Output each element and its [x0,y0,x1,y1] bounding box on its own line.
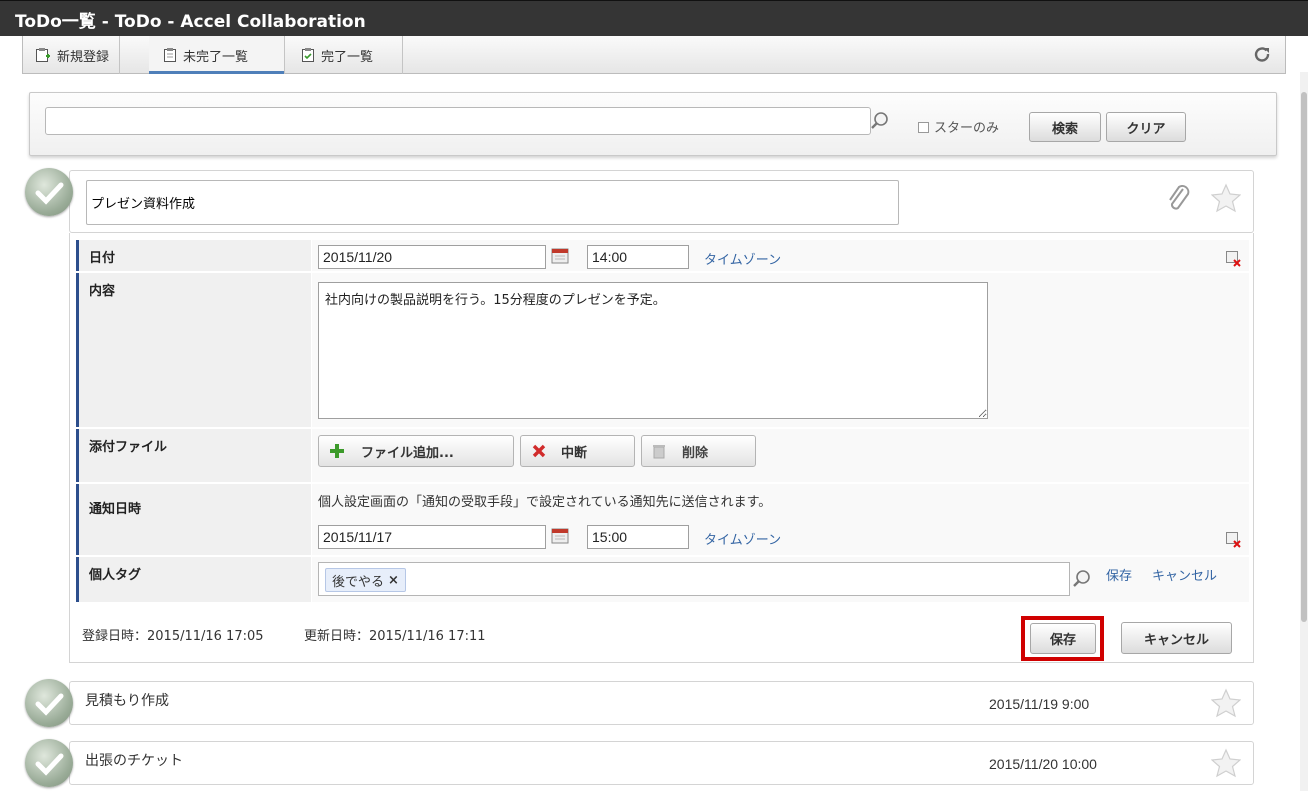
updated-datetime: 更新日時：2015/11/16 17:11 [304,629,486,644]
star-icon[interactable] [1211,748,1241,778]
notify-date-field[interactable] [318,525,546,549]
tab-complete-list[interactable]: 完了一覧 [285,36,403,74]
timezone-link[interactable]: タイムゾーン [704,249,781,268]
search-button[interactable]: 検索 [1029,112,1101,142]
cancel-button[interactable]: キャンセル [1121,622,1232,654]
calendar-icon[interactable] [551,246,569,264]
window-title: ToDo一覧 - ToDo - Accel Collaboration [15,12,366,32]
notify-timezone-link[interactable]: タイムゾーン [704,529,781,548]
attachment-label: 添付ファイル [76,429,311,482]
check-icon [35,753,64,776]
todo-title-input[interactable] [86,180,899,225]
tag-chip: 後でやる × [325,568,406,592]
add-file-button[interactable]: ファイル追加... [318,435,514,467]
todo-item[interactable]: 見積もり作成 2015/11/19 9:00 [69,681,1254,725]
notify-label: 通知日時 [76,484,311,555]
search-panel: スターのみ 検索 クリア [29,92,1277,156]
check-icon [35,182,64,205]
notify-time-field[interactable] [587,525,689,549]
tag-search-icon[interactable] [1072,569,1092,589]
complete-list-icon [302,48,314,62]
notify-calendar-icon[interactable] [551,526,569,544]
complete-check-button[interactable] [25,168,73,216]
complete-check-button[interactable] [25,739,73,787]
content-textarea[interactable]: 社内向けの製品説明を行う。15分程度のプレゼンを予定。 [318,282,988,419]
clear-notify-icon[interactable] [1226,532,1242,548]
abort-button[interactable]: 中断 [520,435,635,467]
scrollbar[interactable] [1300,72,1308,791]
notify-note: 個人設定画面の「通知の受取手段」で設定されている通知先に送信されます。 [318,495,772,510]
date-label: 日付 [76,240,311,271]
check-icon [35,693,64,716]
add-file-label: ファイル追加... [361,445,454,461]
todo-item-date: 2015/11/20 10:00 [989,756,1097,772]
search-input[interactable] [45,107,871,135]
toolbar: 新規登録 未完了一覧 完了一覧 [22,36,1286,74]
plus-icon [330,444,344,458]
tag-cancel-link[interactable]: キャンセル [1152,565,1217,584]
star-only-checkbox[interactable] [918,122,929,133]
clear-button[interactable]: クリア [1106,112,1186,142]
tab-new-register[interactable]: 新規登録 [23,36,121,74]
todo-item-date: 2015/11/19 9:00 [989,696,1090,712]
window-titlebar: ToDo一覧 - ToDo - Accel Collaboration [0,0,1308,36]
refresh-icon[interactable] [1253,45,1271,63]
incomplete-list-icon [164,48,176,62]
time-field[interactable] [587,245,689,269]
delete-button[interactable]: 削除 [641,435,756,467]
new-register-icon [36,48,50,62]
content-label: 内容 [76,273,311,427]
star-icon[interactable] [1211,688,1241,718]
delete-label: 削除 [682,445,709,461]
clear-date-icon[interactable] [1226,251,1242,267]
date-field[interactable] [318,245,546,269]
todo-item-title: 見積もり作成 [85,693,169,709]
tab-incomplete-list[interactable]: 未完了一覧 [149,36,285,74]
tag-chip-label: 後でやる [332,574,385,590]
registered-datetime: 登録日時：2015/11/16 17:05 [82,629,264,644]
todo-item-title: 出張のチケット [85,753,183,769]
scrollbar-thumb[interactable] [1301,92,1307,622]
tab-label: 完了一覧 [321,49,374,65]
complete-check-button[interactable] [25,679,73,727]
star-only-label: スターのみ [934,121,1000,136]
search-icon[interactable] [870,111,890,131]
tab-label: 新規登録 [57,49,110,65]
tag-label: 個人タグ [76,557,311,602]
tab-label: 未完了一覧 [183,49,249,65]
todo-item[interactable]: 出張のチケット 2015/11/20 10:00 [69,741,1254,785]
tag-remove-icon[interactable]: × [388,573,399,588]
abort-label: 中断 [561,445,588,461]
trash-icon [653,445,665,459]
cross-icon [532,444,546,458]
star-icon[interactable] [1211,183,1241,213]
attachment-icon[interactable] [1166,185,1190,213]
tag-save-link[interactable]: 保存 [1106,565,1132,584]
tag-input[interactable]: 後でやる × [318,562,1070,596]
save-button[interactable]: 保存 [1030,623,1096,654]
